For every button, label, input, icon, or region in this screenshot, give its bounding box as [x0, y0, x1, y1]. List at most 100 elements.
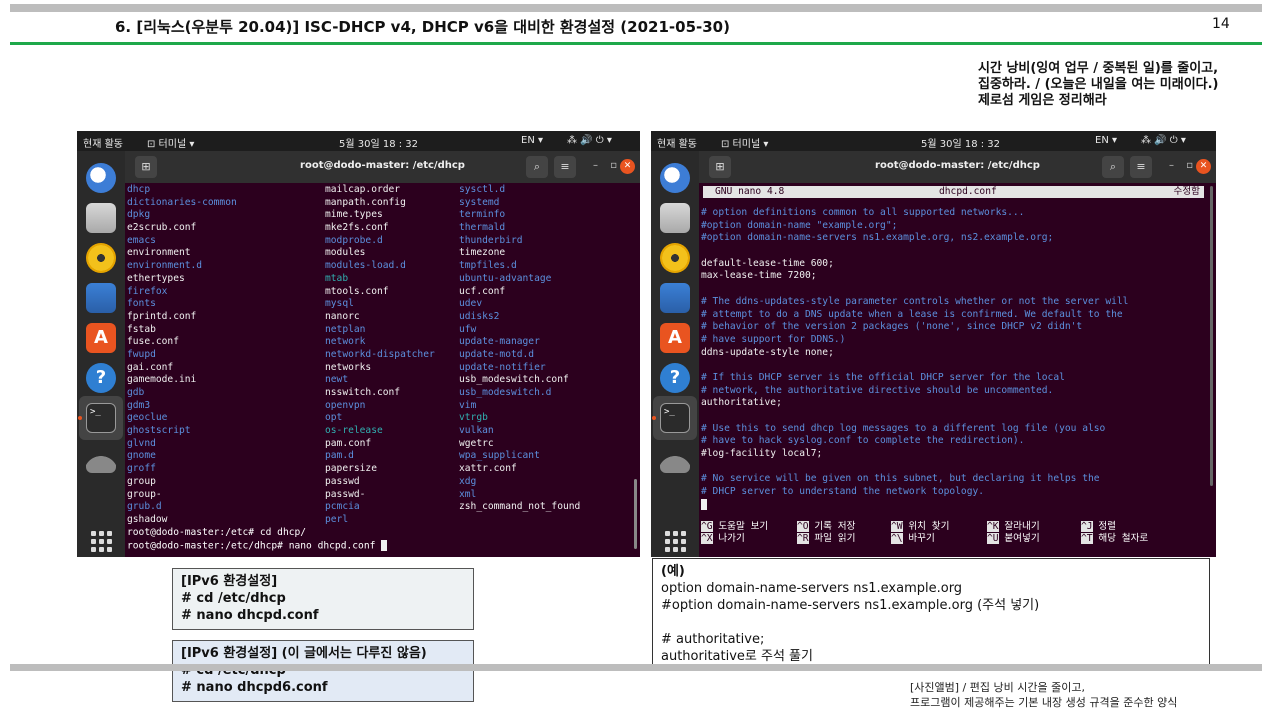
search-icon[interactable]: ⌕ [526, 156, 548, 178]
file-entry: udev [459, 298, 483, 310]
software-center-icon[interactable]: A [86, 323, 116, 353]
file-entry: groff [127, 463, 156, 475]
close-icon[interactable]: ✕ [620, 159, 635, 174]
shortcut-key: ^U [987, 533, 999, 544]
system-tray[interactable]: ⁂ 🔊 ⏻ ▾ [1141, 135, 1186, 146]
caption-line: [사진앨범] / 편집 낭비 시간을 줄이고, [910, 681, 1085, 694]
config-line: authoritative; [701, 397, 782, 409]
help-icon[interactable]: ? [660, 363, 690, 393]
file-entry: emacs [127, 234, 156, 246]
app-menu[interactable]: ⊡ 터미널 ▾ [721, 135, 768, 150]
file-entry: grub.d [127, 501, 162, 513]
terminal-icon[interactable]: >_ [660, 403, 690, 433]
shortcut-label: 해당 철자로 [1098, 533, 1149, 544]
shortcut-label: 기록 저장 [814, 521, 856, 532]
files-icon[interactable] [660, 203, 690, 233]
file-entry: vulkan [459, 425, 494, 437]
file-entry: fuse.conf [127, 336, 179, 348]
system-tray[interactable]: ⁂ 🔊 ⏻ ▾ [567, 135, 612, 146]
file-entry: glvnd [127, 437, 156, 449]
file-entry: ufw [459, 323, 477, 335]
disc-icon[interactable] [86, 443, 116, 473]
prompt-block: root@dodo-master:/etc# cd dhcp/ root@dod… [127, 527, 388, 553]
shortcut-key: ^J [1081, 521, 1093, 532]
shortcut-label: 정렬 [1098, 521, 1116, 532]
shortcut-key: ^X [701, 533, 713, 544]
nano-buffer[interactable]: # option definitions common to all suppo… [701, 207, 1128, 512]
file-entry: environment.d [127, 260, 203, 272]
shortcut-key: ^T [1081, 533, 1093, 544]
note-line: (예) [661, 564, 685, 579]
activities-button[interactable]: 현재 활동 [83, 135, 123, 150]
file-entry: modprobe.d [325, 234, 383, 246]
file-entry: mime.types [325, 209, 383, 221]
file-entry: manpath.config [325, 196, 406, 208]
help-icon[interactable]: ? [86, 363, 116, 393]
nano-shortcut: ^R 파일 읽기 [797, 533, 855, 546]
file-entry: pam.d [325, 450, 354, 462]
rhythmbox-icon[interactable] [86, 243, 116, 273]
config-line: # No service will be given on this subne… [701, 473, 1100, 485]
hamburger-menu-icon[interactable]: ≡ [554, 156, 576, 178]
nano-shortcut: ^W 위치 찾기 [891, 521, 949, 534]
listing-column-3: sysctl.d systemd terminfo thermald thunderbi… [459, 184, 580, 514]
apps-grid-icon[interactable] [91, 531, 113, 553]
shortcut-label: 붙여넣기 [1004, 533, 1040, 544]
thunderbird-icon[interactable] [86, 163, 116, 193]
activities-button[interactable]: 현재 활동 [657, 135, 697, 150]
terminal-icon[interactable]: >_ [86, 403, 116, 433]
file-entry: gai.conf [127, 361, 174, 373]
apps-grid-icon[interactable] [665, 531, 687, 553]
writer-icon[interactable] [86, 283, 116, 313]
software-center-icon[interactable]: A [660, 323, 690, 353]
hamburger-menu-icon[interactable]: ≡ [1130, 156, 1152, 178]
shortcut-label: 나가기 [718, 533, 745, 544]
file-entry: pam.conf [325, 437, 372, 449]
writer-icon[interactable] [660, 283, 690, 313]
terminal-output[interactable]: dhcp dictionaries-common dpkg e2scrub.conf e… [125, 183, 640, 557]
running-indicator [78, 416, 82, 420]
scrollbar[interactable] [1210, 186, 1213, 486]
file-entry: tmpfiles.d [459, 260, 517, 272]
search-icon[interactable]: ⌕ [1102, 156, 1124, 178]
listing-column-1: dhcp dictionaries-common dpkg e2scrub.conf e… [127, 184, 237, 527]
file-entry: group [127, 475, 156, 487]
nano-shortcut: ^T 해당 철자로 [1081, 533, 1148, 546]
shortcut-label: 잘라내기 [1004, 521, 1040, 532]
language-indicator[interactable]: EN ▾ [521, 135, 543, 146]
note-line: [IPv6 환경설정] [181, 574, 278, 589]
prompt-line-current: root@dodo-master:/etc/dhcp# nano dhcpd.c… [127, 539, 388, 553]
app-menu[interactable]: ⊡ 터미널 ▾ [147, 135, 194, 150]
maximize-icon[interactable]: ▫ [1186, 160, 1193, 171]
file-entry: update-motd.d [459, 348, 535, 360]
config-line: #log-facility local7; [701, 448, 823, 460]
close-icon[interactable]: ✕ [1196, 159, 1211, 174]
clock[interactable]: 5월 30일 18 : 32 [339, 135, 418, 150]
shortcut-key: ^G [701, 521, 713, 532]
language-indicator[interactable]: EN ▾ [1095, 135, 1117, 146]
footer-caption: [사진앨범] / 편집 낭비 시간을 줄이고, 프로그램이 제공해주는 기본 내… [910, 680, 1177, 710]
ipv6-setup-note: [IPv6 환경설정] (이 글에서는 다루진 않음) # cd /etc/dh… [172, 640, 474, 702]
quote-line: 시간 낭비(잉여 업무 / 중복된 일)를 줄이고, [978, 61, 1219, 76]
shortcut-label: 위치 찾기 [908, 521, 950, 532]
rhythmbox-icon[interactable] [660, 243, 690, 273]
file-entry: opt [325, 412, 343, 424]
file-entry: sysctl.d [459, 184, 506, 195]
scrollbar[interactable] [634, 479, 637, 549]
maximize-icon[interactable]: ▫ [610, 160, 617, 171]
file-entry: modules [325, 247, 366, 259]
clock[interactable]: 5월 30일 18 : 32 [921, 135, 1000, 150]
minimize-icon[interactable]: – [593, 160, 598, 171]
file-entry: dpkg [127, 209, 151, 221]
example-note: (예) option domain-name-servers ns1.examp… [652, 558, 1210, 670]
files-icon[interactable] [86, 203, 116, 233]
minimize-icon[interactable]: – [1169, 160, 1174, 171]
config-line: # have support for DDNS.) [701, 333, 846, 345]
listing-column-2: mailcap.order manpath.config mime.types mke… [325, 184, 435, 527]
thunderbird-icon[interactable] [660, 163, 690, 193]
nano-editor[interactable]: GNU nano 4.8 dhcpd.conf 수정함 # option def… [699, 183, 1216, 557]
config-line: ddns-update-style none; [701, 346, 834, 358]
file-entry: mtab [325, 272, 349, 284]
disc-icon[interactable] [660, 443, 690, 473]
prompt-line: root@dodo-master:/etc# cd dhcp/ [127, 527, 307, 538]
